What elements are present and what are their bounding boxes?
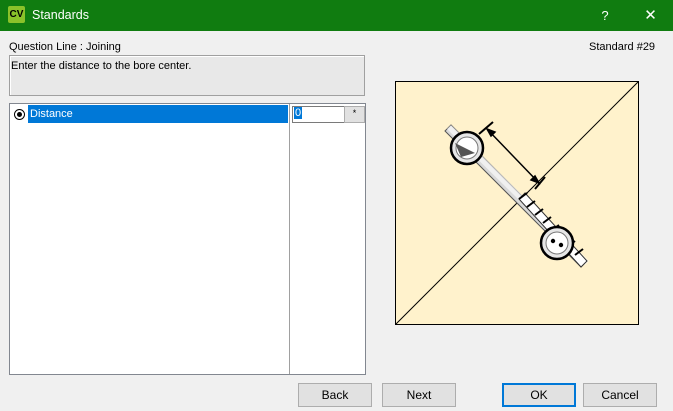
- distance-value-text: 0: [294, 107, 303, 119]
- distance-value-input[interactable]: 0: [292, 106, 346, 123]
- app-icon: CV: [8, 6, 25, 23]
- ok-button[interactable]: OK: [502, 383, 576, 407]
- next-button[interactable]: Next: [382, 383, 456, 407]
- cancel-button[interactable]: Cancel: [583, 383, 657, 407]
- title-bar: CV Standards ? ✕: [0, 0, 673, 31]
- column-divider: [289, 104, 290, 374]
- list-item-distance[interactable]: Distance: [28, 105, 288, 123]
- prompt-text: Enter the distance to the bore center.: [11, 60, 192, 72]
- list-item-label: Distance: [30, 108, 73, 120]
- window-title: Standards: [32, 8, 89, 22]
- question-line-label: Question Line : Joining: [9, 41, 121, 53]
- prompt-box: Enter the distance to the bore center.: [9, 55, 365, 96]
- value-dropdown-button[interactable]: *: [344, 106, 365, 123]
- parameter-list: Distance 0 *: [9, 103, 366, 375]
- back-button[interactable]: Back: [298, 383, 372, 407]
- standard-number-label: Standard #29: [589, 41, 656, 53]
- help-button[interactable]: ?: [585, 0, 625, 31]
- close-button[interactable]: ✕: [628, 0, 673, 31]
- radio-selected-icon[interactable]: [14, 109, 25, 120]
- joining-diagram: [395, 81, 639, 325]
